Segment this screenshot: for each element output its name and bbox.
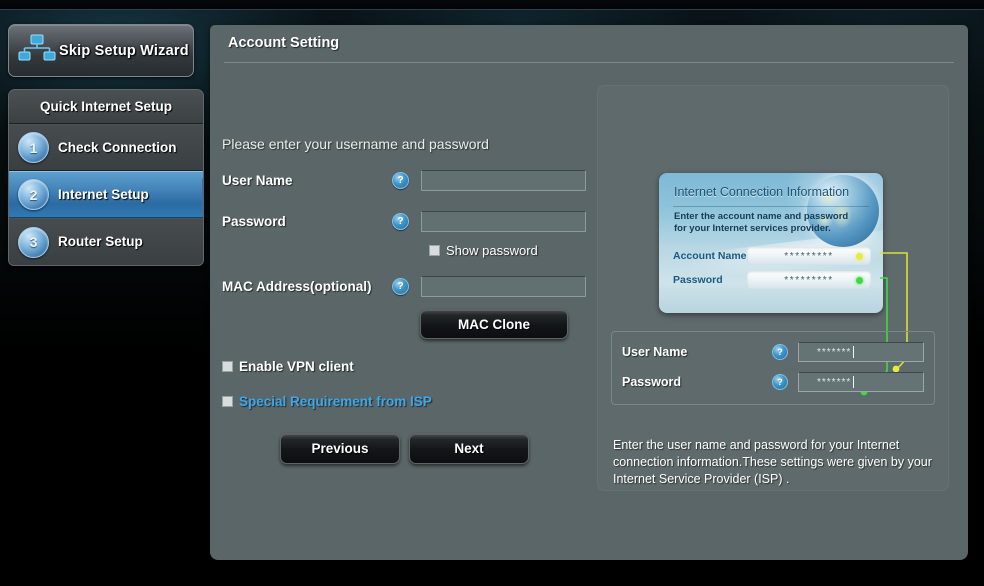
mac-address-input[interactable] [421, 275, 586, 297]
panel-header: Account Setting [210, 25, 968, 63]
network-tree-icon [15, 33, 59, 68]
help-description-text: Enter the user name and password for you… [613, 438, 932, 486]
sidebar-item-internet-setup[interactable]: 2 Internet Setup [9, 171, 203, 218]
step-number-badge: 3 [18, 226, 49, 258]
user-name-label: User Name [222, 172, 293, 188]
form-intro-text: Please enter your username and password [222, 136, 489, 152]
mac-address-label: MAC Address(optional) [222, 278, 372, 294]
step-number-badge: 2 [18, 179, 49, 210]
illustration-password-label: Password [673, 274, 723, 286]
page-title: Account Setting [228, 35, 340, 51]
question-mark-icon[interactable]: ? [392, 277, 409, 295]
special-requirement-checkbox[interactable] [222, 396, 233, 407]
previous-button[interactable]: Previous [280, 433, 400, 464]
illustration-password-value: ********* [747, 271, 871, 289]
help-password-row: Password ? ******* [622, 372, 924, 392]
illustration-title: Internet Connection Information [674, 185, 850, 199]
special-requirement-row: Special Requirement from ISP [222, 394, 590, 409]
enable-vpn-client-label: Enable VPN client [239, 359, 354, 374]
special-requirement-link[interactable]: Special Requirement from ISP [239, 394, 432, 409]
masked-value: ******* [817, 376, 852, 388]
illustration-description: Enter the account name and password for … [674, 211, 849, 234]
help-user-name-input: ******* [798, 342, 924, 362]
internet-connection-illustration: Internet Connection Information Enter th… [659, 173, 883, 313]
illustration-password-row: Password ********* [673, 271, 871, 289]
show-password-checkbox[interactable] [429, 245, 440, 256]
help-user-name-label: User Name [622, 345, 688, 359]
user-name-input[interactable] [421, 169, 586, 191]
mac-clone-button[interactable]: MAC Clone [420, 309, 568, 339]
sidebar-item-label: Router Setup [58, 234, 143, 249]
sidebar-item-check-connection[interactable]: 1 Check Connection [9, 124, 203, 171]
sidebar: Skip Setup Wizard Quick Internet Setup 1… [8, 24, 204, 266]
main-panel: Account Setting Please enter your userna… [210, 25, 968, 560]
masked-value: ********* [784, 274, 834, 286]
enable-vpn-client-checkbox[interactable] [222, 361, 233, 372]
illustration-fields: Account Name ********* Password ********… [673, 247, 871, 295]
navigation-buttons: Previous Next [280, 433, 590, 464]
show-password-label: Show password [446, 243, 538, 258]
password-label: Password [222, 213, 286, 229]
question-mark-icon[interactable]: ? [772, 374, 788, 390]
header-divider [224, 62, 954, 63]
illustration-divider [673, 206, 869, 207]
sidebar-item-label: Internet Setup [58, 186, 149, 202]
skip-setup-wizard-label: Skip Setup Wizard [59, 42, 189, 59]
show-password-row: Show password [429, 243, 590, 258]
yellow-marker-dot [856, 253, 863, 260]
question-mark-icon[interactable]: ? [772, 344, 788, 360]
step-number-badge: 1 [18, 132, 49, 163]
account-setting-form: Please enter your username and password … [210, 71, 590, 464]
help-panel: Internet Connection Information Enter th… [597, 85, 949, 491]
quick-internet-setup-panel: Quick Internet Setup 1 Check Connection … [8, 89, 204, 266]
enable-vpn-client-row: Enable VPN client [222, 359, 590, 374]
question-mark-icon[interactable]: ? [392, 212, 409, 230]
help-password-input: ******* [798, 372, 924, 392]
app-screen: Skip Setup Wizard Quick Internet Setup 1… [0, 0, 984, 586]
sidebar-item-label: Check Connection [58, 139, 177, 155]
password-row: Password ? [222, 208, 590, 234]
illustration-account-name-label: Account Name [673, 250, 747, 262]
mac-address-row: MAC Address(optional) ? [222, 273, 590, 299]
help-user-name-row: User Name ? ******* [622, 342, 924, 362]
password-input[interactable] [421, 210, 586, 232]
quick-internet-setup-title: Quick Internet Setup [9, 90, 203, 124]
green-marker-dot [856, 277, 863, 284]
sidebar-item-router-setup[interactable]: 3 Router Setup [9, 218, 203, 265]
illustration-account-name-row: Account Name ********* [673, 247, 871, 265]
text-caret [853, 346, 855, 358]
masked-value: ********* [784, 250, 834, 262]
illustration-account-name-value: ********* [747, 247, 871, 265]
masked-value: ******* [817, 346, 852, 358]
user-name-row: User Name ? [222, 167, 590, 193]
text-caret [853, 376, 855, 388]
next-button[interactable]: Next [409, 433, 529, 464]
help-password-label: Password [622, 375, 682, 389]
question-mark-icon[interactable]: ? [392, 171, 409, 189]
skip-setup-wizard-button[interactable]: Skip Setup Wizard [8, 24, 194, 77]
help-mini-form: User Name ? ******* Password ? ******* [611, 331, 935, 405]
